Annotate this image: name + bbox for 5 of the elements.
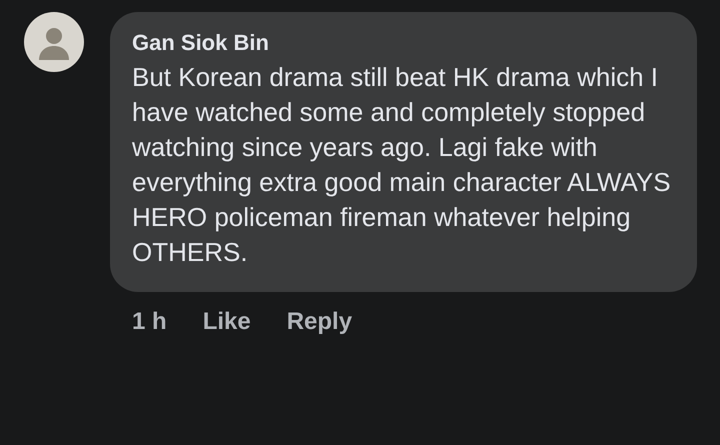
reply-button[interactable]: Reply <box>286 308 352 336</box>
timestamp: 1 h <box>132 308 167 336</box>
like-button[interactable]: Like <box>202 308 251 336</box>
author-name[interactable]: Gan Siok Bin <box>132 30 675 56</box>
comment-text: But Korean drama still beat HK drama which I have watched some and completely stopped watching since years ago. Lagi fake with everything extra good main character ALWAYS HERO policeman fireman whatever helping OTHERS. <box>132 61 672 269</box>
